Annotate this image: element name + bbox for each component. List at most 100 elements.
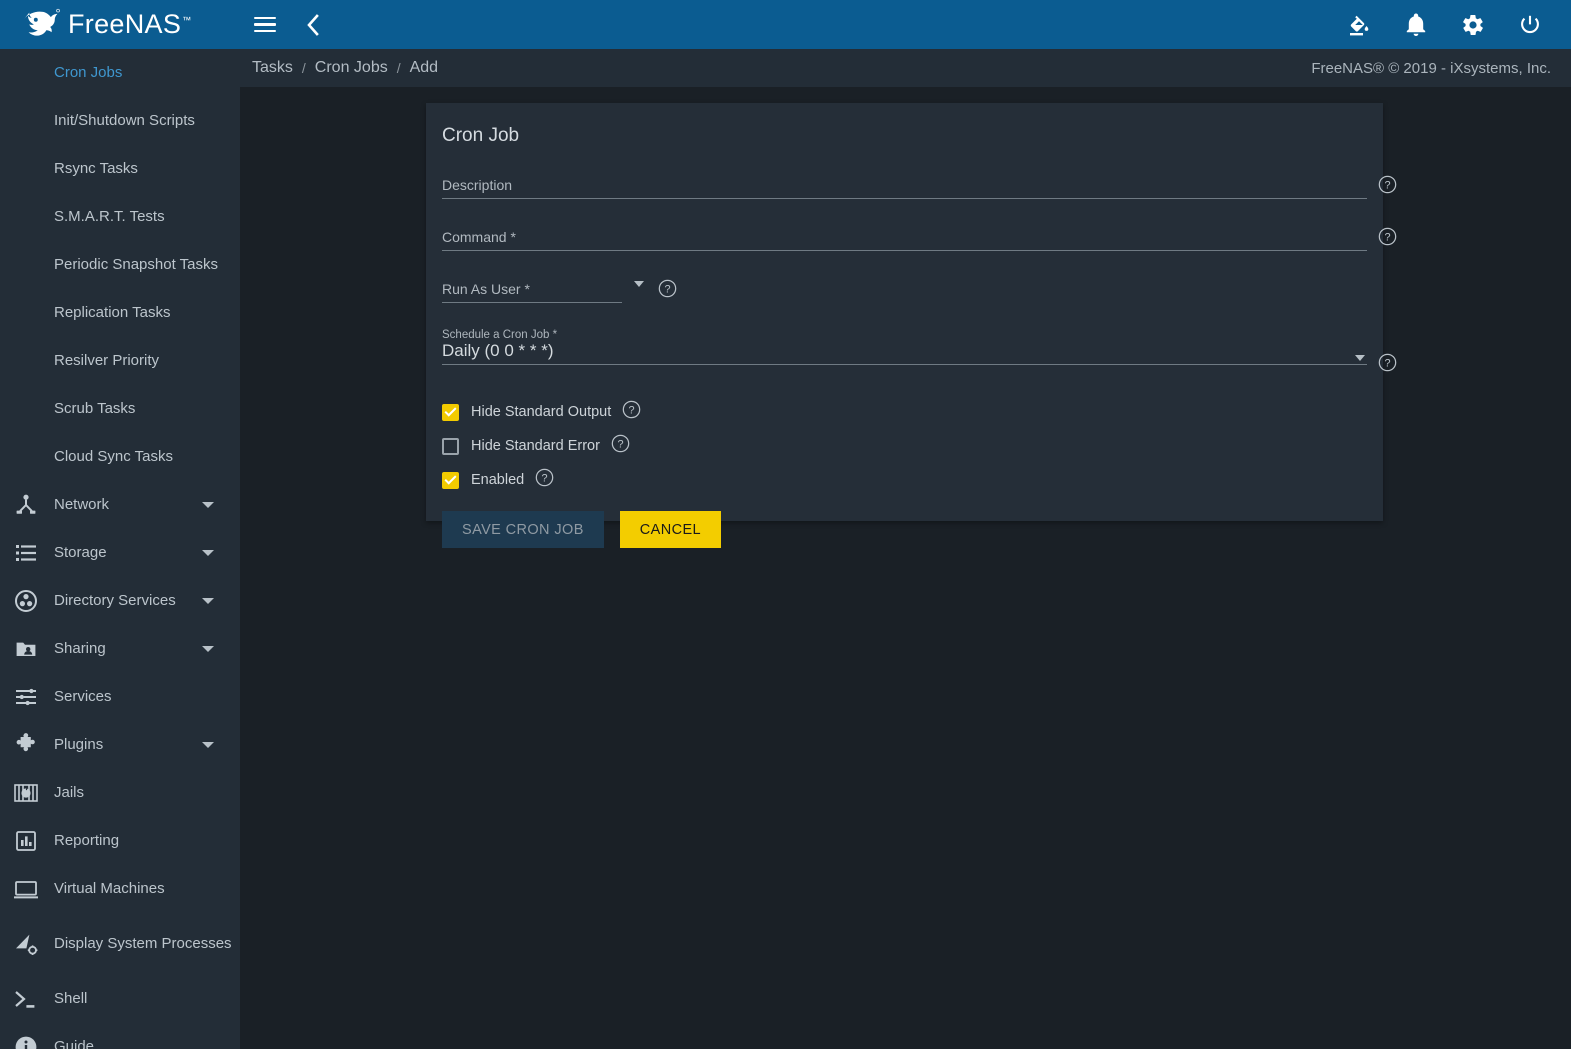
sidebar-item-cron-jobs[interactable]: Cron Jobs [0,49,240,97]
chevron-down-icon[interactable] [202,502,214,508]
sidebar-item-label: Cron Jobs [54,64,123,82]
guide-icon [10,1032,42,1049]
sidebar-item-label: Replication Tasks [54,304,171,322]
cancel-button[interactable]: CANCEL [619,511,721,548]
copyright-text: FreeNAS® © 2019 - iXsystems, Inc. [1311,59,1551,77]
page-title: Cron Job [442,125,520,146]
sidebar-item-replication-tasks[interactable]: Replication Tasks [0,289,240,337]
notifications-bell-icon[interactable] [1403,12,1429,38]
enabled-help-icon[interactable]: ? [535,468,554,492]
settings-gear-icon[interactable] [1460,12,1486,38]
sidebar-item-init-shutdown-scripts[interactable]: Init/Shutdown Scripts [0,97,240,145]
hide-standard-output-checkbox[interactable] [442,403,459,421]
breadcrumb-item-cron-jobs[interactable]: Cron Jobs [315,59,388,77]
hide-standard-error-row: Hide Standard Error ? [442,429,1367,463]
sidebar-item-label: Directory Services [54,592,176,610]
command-field-group: Command * ? [442,225,1397,251]
sidebar-item-display-system-processes[interactable]: Display System Processes [0,913,240,975]
hamburger-menu-icon[interactable] [252,12,278,38]
hide-standard-error-checkbox[interactable] [442,437,459,455]
breadcrumb-separator: / [301,60,306,76]
run-as-user-field-group: Run As User * ? [442,277,677,303]
brand-logo[interactable]: FreeNAS™ [0,0,240,49]
display-system-processes-icon [10,929,42,959]
breadcrumb: Tasks / Cron Jobs / Add FreeNAS® © 2019 … [240,49,1571,87]
network-icon [10,490,42,520]
collapse-sidebar-chevron-left-icon[interactable] [300,12,326,38]
sidebar-item-shell[interactable]: Shell [0,975,240,1023]
sidebar-item-reporting[interactable]: Reporting [0,817,240,865]
chevron-down-icon[interactable] [202,550,214,556]
chevron-down-icon[interactable] [202,646,214,652]
description-help-icon[interactable]: ? [1378,175,1397,194]
sidebar-item-label: S.M.A.R.T. Tests [54,208,165,226]
sidebar-item-cloud-sync-tasks[interactable]: Cloud Sync Tasks [0,433,240,481]
run-as-user-chevron-down-icon[interactable] [634,281,644,287]
schedule-field-group: Schedule a Cron Job * Daily (0 0 * * *) … [442,329,1397,372]
form-actions: SAVE CRON JOB CANCEL [442,511,1367,558]
run-as-user-help-icon[interactable]: ? [658,279,677,298]
freenas-shark-logo-icon [22,8,64,42]
sidebar-item-label: Shell [54,990,88,1008]
sidebar-item-storage[interactable]: Storage [0,529,240,577]
chevron-down-icon[interactable] [202,742,214,748]
main-content: Cron Job Description ? Command * ? Run A… [240,87,1571,1049]
enabled-label: Enabled [471,472,525,488]
sidebar-item-scrub-tasks[interactable]: Scrub Tasks [0,385,240,433]
svg-text:?: ? [1384,180,1390,192]
save-cron-job-button[interactable]: SAVE CRON JOB [442,511,604,548]
description-input[interactable] [442,173,1367,199]
brand-name: FreeNAS™ [68,9,192,39]
schedule-help-icon[interactable]: ? [1378,353,1397,372]
sidebar-item-label: Scrub Tasks [54,400,136,418]
svg-text:?: ? [1384,232,1390,244]
hide-standard-output-row: Hide Standard Output ? [442,395,1367,429]
sidebar-item-label: Resilver Priority [54,352,160,370]
sidebar-item-label: Storage [54,544,107,562]
sidebar-item-label: Sharing [54,640,106,658]
enabled-row: Enabled ? [442,463,1367,497]
reporting-icon [10,826,42,856]
schedule-select[interactable]: Daily (0 0 * * *) [442,341,1367,365]
description-field-group: Description ? [442,173,1397,199]
breadcrumb-item-add: Add [409,59,439,76]
virtual-machines-icon [10,874,42,904]
sidebar-item-resilver-priority[interactable]: Resilver Priority [0,337,240,385]
hide-standard-error-label: Hide Standard Error [471,438,600,454]
command-help-icon[interactable]: ? [1378,227,1397,246]
sidebar-item-plugins[interactable]: Plugins [0,721,240,769]
power-icon[interactable] [1517,12,1543,38]
sidebar-item-label: Services [54,688,112,706]
command-input[interactable] [442,225,1367,251]
theme-paint-icon[interactable] [1346,12,1372,38]
sidebar-item-guide[interactable]: Guide [0,1023,240,1049]
enabled-checkbox[interactable] [442,471,459,489]
sidebar-item-directory-services[interactable]: Directory Services [0,577,240,625]
sidebar-item-label: Init/Shutdown Scripts [54,112,195,130]
sidebar-item-virtual-machines[interactable]: Virtual Machines [0,865,240,913]
sharing-icon [10,634,42,664]
hide-standard-error-help-icon[interactable]: ? [611,434,630,458]
sidebar-item-label: Plugins [54,736,104,754]
sidebar-item-label: Jails [54,784,85,802]
breadcrumb-item-tasks[interactable]: Tasks [252,59,293,77]
schedule-label: Schedule a Cron Job * [442,329,558,341]
sidebar-item-label: Network [54,496,110,514]
sidebar-item-label: Cloud Sync Tasks [54,448,173,466]
jails-icon [10,778,42,808]
top-app-bar: FreeNAS™ [0,0,1571,49]
sidebar-item-label: Display System Processes [54,935,232,953]
sidebar-item-rsync-tasks[interactable]: Rsync Tasks [0,145,240,193]
sidebar-item-sharing[interactable]: Sharing [0,625,240,673]
run-as-user-select[interactable] [442,277,622,303]
hide-standard-output-help-icon[interactable]: ? [622,400,641,424]
sidebar-item-periodic-snapshot-tasks[interactable]: Periodic Snapshot Tasks [0,241,240,289]
sidebar-item-label: Guide [54,1038,95,1049]
chevron-down-icon[interactable] [202,598,214,604]
sidebar-item-smart-tests[interactable]: S.M.A.R.T. Tests [0,193,240,241]
sidebar-item-network[interactable]: Network [0,481,240,529]
schedule-value: Daily (0 0 * * *) [442,341,554,360]
sidebar-item-services[interactable]: Services [0,673,240,721]
schedule-chevron-down-icon[interactable] [1355,355,1365,361]
sidebar-item-jails[interactable]: Jails [0,769,240,817]
